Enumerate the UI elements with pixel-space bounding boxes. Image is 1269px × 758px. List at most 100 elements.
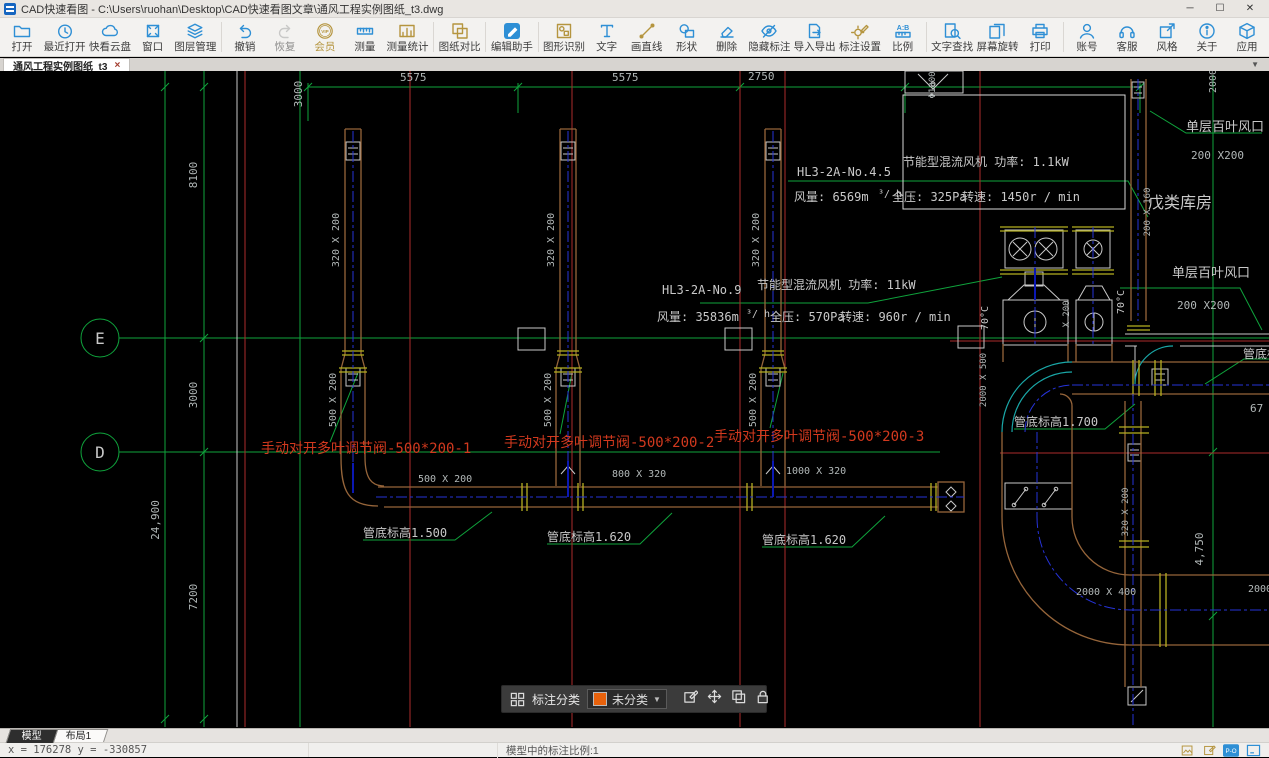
measure-icon — [356, 22, 374, 41]
toolbar-item-shape-recognition[interactable]: 图形识别 — [541, 18, 586, 56]
toolbar-item-cloud[interactable]: 快看云盘 — [87, 18, 132, 56]
toolbar-item-label: 比例 — [892, 42, 913, 53]
toolbar-item-label: 撤销 — [234, 42, 255, 53]
svg-text:P-O: P-O — [1225, 748, 1236, 755]
draw-line-icon — [638, 22, 656, 41]
vip-icon: VIP — [316, 22, 334, 41]
export-image-icon[interactable] — [1179, 743, 1195, 757]
cad-text-label: 320 X 200 — [1121, 488, 1131, 537]
cad-text-label: 800 X 320 — [612, 469, 666, 480]
toolbar-item-label: 账号 — [1077, 42, 1098, 53]
toolbar-item-screen-rotate[interactable]: 屏幕旋转 — [975, 18, 1020, 56]
cad-text-label: 管底标高1.500 — [363, 525, 447, 540]
sheet-tab-布局1[interactable]: 布局1 — [50, 729, 108, 743]
maximize-button[interactable]: ☐ — [1205, 0, 1235, 17]
edit-annotation-button[interactable] — [681, 689, 701, 709]
move-annotation-button[interactable] — [705, 689, 725, 709]
toolbar-item-print[interactable]: 打印 — [1020, 18, 1060, 56]
export-markup-icon[interactable] — [1201, 743, 1217, 757]
close-button[interactable]: ✕ — [1235, 0, 1265, 17]
cad-text-label: 戊类库房 — [1148, 193, 1212, 212]
cad-text-label: 500 X 200 — [328, 373, 339, 427]
toolbar-item-draw-line[interactable]: 画直线 — [627, 18, 667, 56]
cad-text-label: Φ1000 — [928, 71, 938, 98]
toolbar-item-label: 打印 — [1030, 42, 1051, 53]
toolbar-item-apps[interactable]: 应用 — [1227, 18, 1267, 56]
cad-text-label: 2750 — [748, 71, 775, 83]
eraser-icon — [718, 22, 736, 41]
sheet-tab-模型[interactable]: 模型 — [6, 729, 59, 743]
cad-text-label: 4,750 — [1193, 532, 1206, 565]
po-mode-icon[interactable]: P-O — [1223, 743, 1239, 757]
cad-text-label: 全压: 570Pa — [770, 309, 845, 324]
toolbar-item-text-search[interactable]: 文字查找 — [930, 18, 975, 56]
cad-text-label: X 200 — [1062, 300, 1072, 327]
toolbar-item-layers[interactable]: 图层管理 — [173, 18, 218, 56]
category-color-swatch — [593, 692, 607, 706]
edit-assistant-icon — [503, 22, 521, 41]
toolbar-item-support[interactable]: 客服 — [1107, 18, 1147, 56]
window-mode-icon[interactable] — [1245, 743, 1261, 757]
lock-annotation-button[interactable] — [753, 689, 773, 709]
toolbar-item-label: 窗口 — [142, 42, 163, 53]
toolbar-item-undo[interactable]: 撤销 — [225, 18, 265, 56]
cad-text-label: ³/ h — [746, 309, 770, 320]
category-label: 标注分类 — [532, 691, 580, 708]
hide-annotations-icon — [760, 22, 778, 41]
main-toolbar: 打开最近打开快看云盘窗口图层管理撤销恢复VIP会员测量测量统计图纸对比编辑助手图… — [0, 18, 1269, 57]
drawing-canvas[interactable]: ED 55755575275030008100300024,9007200Φ10… — [0, 71, 1269, 728]
toolbar-item-label: 快看云盘 — [89, 42, 131, 53]
toolbar-item-import-export[interactable]: 导入导出 — [792, 18, 837, 56]
sheet-tab-label: 布局1 — [66, 732, 92, 742]
toolbar-item-about[interactable]: 关于 — [1187, 18, 1227, 56]
toolbar-item-label: 应用 — [1237, 42, 1258, 53]
toolbar-item-measure-stats[interactable]: 测量统计 — [385, 18, 430, 56]
toolbar-item-scale-ratio[interactable]: A:B比例 — [883, 18, 923, 56]
toolbar-item-label: 文字查找 — [931, 42, 973, 53]
recent-clock-icon — [56, 22, 74, 41]
toolbar-item-vip[interactable]: VIP会员 — [305, 18, 345, 56]
cad-text-label: 8100 — [187, 162, 200, 189]
toolbar-item-edit-assistant[interactable]: 编辑助手 — [489, 18, 534, 56]
annotation-category-bar: 标注分类 未分类 ▼ — [501, 685, 767, 713]
toolbar-item-label: 测量 — [354, 42, 375, 53]
toolbar-item-label: 画直线 — [631, 42, 663, 53]
toolbar-item-style[interactable]: 风格 — [1147, 18, 1187, 56]
cad-text-label: 管底标 — [1243, 346, 1269, 361]
toolbar-item-hide-annotations[interactable]: 隐藏标注 — [747, 18, 792, 56]
cad-text-label: 2000 — [1208, 71, 1219, 93]
toolbar-item-open-folder[interactable]: 打开 — [2, 18, 42, 56]
minimize-button[interactable]: ─ — [1175, 0, 1205, 17]
tab-close-icon[interactable]: × — [114, 60, 120, 71]
lock-annotation-icon — [755, 689, 770, 709]
toolbar-item-compare[interactable]: 图纸对比 — [437, 18, 482, 56]
toolbar-item-window[interactable]: 窗口 — [133, 18, 173, 56]
copy-annotation-button[interactable] — [729, 689, 749, 709]
cursor-coordinates: x = 176278 y = -330857 — [0, 744, 308, 756]
toolbar-item-eraser[interactable]: 删除 — [707, 18, 747, 56]
toolbar-separator — [221, 22, 222, 52]
category-grid-icon[interactable] — [510, 689, 525, 709]
status-icons: P-O — [1179, 743, 1269, 757]
sheet-tab-bar: 模型布局1 — [0, 728, 1269, 742]
toolbar-item-account[interactable]: 账号 — [1067, 18, 1107, 56]
toolbar-item-label: 导入导出 — [794, 42, 836, 53]
document-tab-bar: 通风工程实例图纸_t3 × ▼ — [0, 58, 1269, 71]
category-selected-value: 未分类 — [612, 691, 648, 708]
support-icon — [1118, 22, 1136, 41]
tab-overflow-icon[interactable]: ▼ — [1251, 58, 1259, 71]
toolbar-item-shapes[interactable]: 形状 — [667, 18, 707, 56]
style-icon — [1158, 22, 1176, 41]
edit-annotation-icon — [683, 689, 698, 709]
toolbar-item-annotation-settings[interactable]: 标注设置 — [837, 18, 882, 56]
cad-text-label: 200 X200 — [1191, 149, 1244, 162]
toolbar-item-label: 风格 — [1157, 42, 1178, 53]
category-dropdown[interactable]: 未分类 ▼ — [587, 689, 667, 709]
toolbar-item-text-tool[interactable]: 文字 — [587, 18, 627, 56]
toolbar-item-measure[interactable]: 测量 — [345, 18, 385, 56]
cad-text-label: 200 X200 — [1177, 299, 1230, 312]
cad-text-label: 2000 X 400 — [1076, 587, 1136, 598]
document-tab[interactable]: 通风工程实例图纸_t3 × — [3, 58, 130, 71]
toolbar-item-recent-clock[interactable]: 最近打开 — [42, 18, 87, 56]
cad-text-label: 管底标高1.620 — [547, 529, 631, 544]
